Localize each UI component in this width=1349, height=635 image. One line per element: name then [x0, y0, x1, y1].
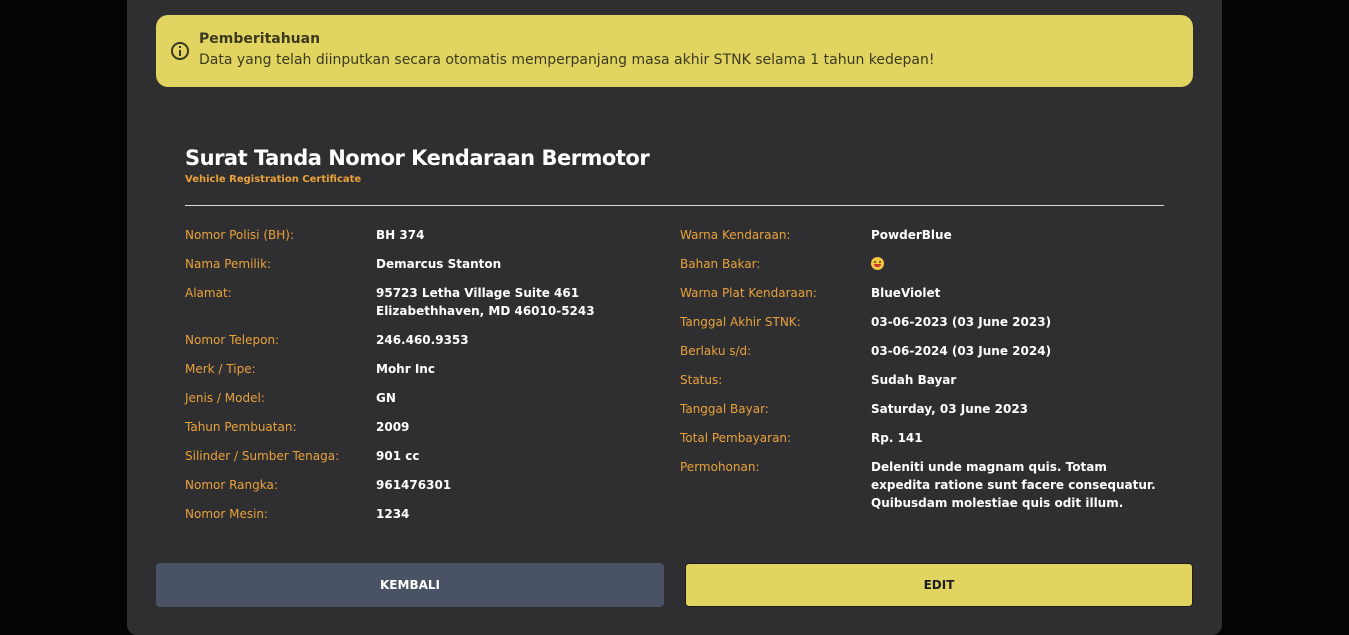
field-value: PowderBlue: [871, 228, 952, 242]
page-title: Surat Tanda Nomor Kendaraan Bermotor: [185, 146, 650, 170]
field-row-permohonan: Permohonan: Deleniti unde magnam quis. T…: [680, 458, 1170, 512]
field-label: Status:: [680, 373, 723, 387]
field-value: BH 374: [376, 228, 425, 242]
field-label: Nomor Mesin:: [185, 507, 269, 521]
field-value: Mohr Inc: [376, 362, 435, 376]
field-label: Berlaku s/d:: [680, 344, 752, 358]
field-label: Total Pembayaran:: [680, 431, 792, 445]
field-row-nomor-rangka: Nomor Rangka: 961476301: [185, 476, 675, 494]
field-value: GN: [376, 391, 396, 405]
field-label: Bahan Bakar:: [680, 257, 761, 271]
back-button[interactable]: KEMBALI: [156, 563, 664, 607]
field-row-tanggal-akhir-stnk: Tanggal Akhir STNK: 03-06-2023 (03 June …: [680, 313, 1170, 331]
divider: [185, 205, 1164, 206]
alert-message: Data yang telah diinputkan secara otomat…: [199, 52, 935, 68]
field-value: 901 cc: [376, 449, 420, 463]
field-label: Merk / Tipe:: [185, 362, 256, 376]
status-value: Sudah Bayar: [871, 373, 957, 387]
field-label: Jenis / Model:: [185, 391, 265, 405]
field-value: [871, 255, 1166, 273]
field-row-bahan-bakar: Bahan Bakar:: [680, 255, 1170, 273]
page-subtitle: Vehicle Registration Certificate: [185, 174, 362, 185]
field-row-nomor-mesin: Nomor Mesin: 1234: [185, 505, 675, 523]
field-label: Nomor Rangka:: [185, 478, 278, 492]
field-label: Warna Kendaraan:: [680, 228, 791, 242]
edit-button[interactable]: EDIT: [685, 563, 1193, 607]
field-row-status: Status: Sudah Bayar: [680, 371, 1170, 389]
detail-panel: Pemberitahuan Data yang telah diinputkan…: [127, 0, 1222, 635]
field-value: 03-06-2024 (03 June 2024): [871, 344, 1052, 358]
alert-title: Pemberitahuan: [199, 31, 321, 47]
field-label: Silinder / Sumber Tenaga:: [185, 449, 340, 463]
field-label: Tanggal Akhir STNK:: [680, 315, 801, 329]
field-value: Demarcus Stanton: [376, 257, 502, 271]
field-row-nomor-polisi: Nomor Polisi (BH): BH 374: [185, 226, 675, 244]
field-row-warna-kendaraan: Warna Kendaraan: PowderBlue: [680, 226, 1170, 244]
field-row-merk-tipe: Merk / Tipe: Mohr Inc: [185, 360, 675, 378]
field-value: Rp. 141: [871, 431, 923, 445]
field-label: Warna Plat Kendaraan:: [680, 286, 817, 300]
field-row-silinder: Silinder / Sumber Tenaga: 901 cc: [185, 447, 675, 465]
field-row-berlaku: Berlaku s/d: 03-06-2024 (03 June 2024): [680, 342, 1170, 360]
info-circle-icon: [171, 42, 189, 60]
notification-alert: Pemberitahuan Data yang telah diinputkan…: [156, 15, 1193, 87]
field-row-jenis-model: Jenis / Model: GN: [185, 389, 675, 407]
field-label: Nomor Telepon:: [185, 333, 280, 347]
field-value: 246.460.9353: [376, 333, 469, 347]
field-value: Saturday, 03 June 2023: [871, 402, 1029, 416]
field-label: Alamat:: [185, 286, 232, 300]
field-value: 2009: [376, 420, 410, 434]
field-row-warna-plat: Warna Plat Kendaraan: BlueViolet: [680, 284, 1170, 302]
field-label: Tanggal Bayar:: [680, 402, 769, 416]
field-label: Nama Pemilik:: [185, 257, 272, 271]
grinning-face-emoji-icon: [871, 257, 884, 270]
field-label: Nomor Polisi (BH):: [185, 228, 294, 242]
field-value: 95723 Letha Village Suite 461 Elizabethh…: [376, 286, 595, 318]
field-value: Deleniti unde magnam quis. Totam expedit…: [871, 460, 1156, 510]
field-value: 961476301: [376, 478, 452, 492]
field-row-tahun-pembuatan: Tahun Pembuatan: 2009: [185, 418, 675, 436]
field-row-nama-pemilik: Nama Pemilik: Demarcus Stanton: [185, 255, 675, 273]
field-value: 1234: [376, 507, 410, 521]
field-row-nomor-telepon: Nomor Telepon: 246.460.9353: [185, 331, 675, 349]
left-field-list: Nomor Polisi (BH): BH 374 Nama Pemilik: …: [185, 226, 675, 534]
right-field-list: Warna Kendaraan: PowderBlue Bahan Bakar:…: [680, 226, 1170, 523]
field-row-tanggal-bayar: Tanggal Bayar: Saturday, 03 June 2023: [680, 400, 1170, 418]
field-row-alamat: Alamat: 95723 Letha Village Suite 461 El…: [185, 284, 675, 320]
field-value: 03-06-2023 (03 June 2023): [871, 315, 1052, 329]
field-label: Permohonan:: [680, 460, 760, 474]
field-label: Tahun Pembuatan:: [185, 420, 297, 434]
field-row-total-pembayaran: Total Pembayaran: Rp. 141: [680, 429, 1170, 447]
field-value: BlueViolet: [871, 286, 941, 300]
